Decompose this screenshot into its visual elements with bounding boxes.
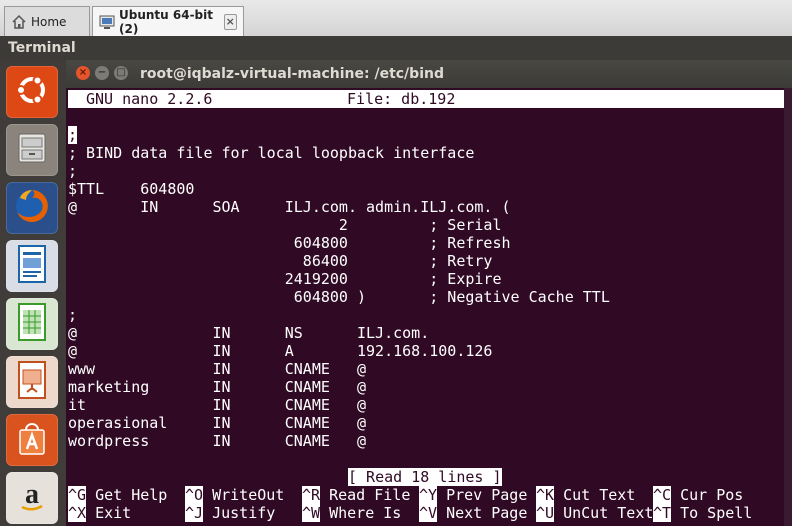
shortcut-label: Read File (329, 486, 411, 504)
editor-line: @ IN SOA ILJ.com. admin.ILJ.com. ( (68, 198, 511, 216)
shortcut-key: ^G (68, 486, 87, 504)
shortcut-where-is[interactable]: ^W Where Is (302, 504, 401, 522)
tab-ubuntu-vm[interactable]: Ubuntu 64-bit (2) × (92, 6, 244, 36)
nano-version: GNU nano 2.2.6 (86, 90, 213, 108)
shortcut-next-page[interactable]: ^V Next Page (419, 504, 527, 522)
amazon-icon: a (14, 476, 50, 520)
editor-line: marketing IN CNAME @ (68, 378, 367, 396)
shortcut-label: UnCut Text (563, 504, 654, 522)
nano-header: GNU nano 2.2.6 File: db.192 (68, 90, 792, 108)
shortcut-prev-page[interactable]: ^Y Prev Page (419, 486, 527, 504)
shortcut-key: ^O (185, 486, 204, 504)
editor-line: 2419200 ; Expire (68, 270, 502, 288)
launcher-files[interactable] (6, 124, 58, 176)
shortcut-label: Prev Page (446, 486, 528, 504)
editor-line: ; BIND data file for local loopback inte… (68, 144, 475, 162)
shortcut-cur-pos[interactable]: ^C Cur Pos (653, 486, 743, 504)
nano-filename: File: db.192 (347, 90, 456, 108)
launcher-firefox[interactable] (6, 182, 58, 234)
shortcut-key: ^Y (419, 486, 438, 504)
launcher-amazon[interactable]: a (6, 472, 58, 524)
launcher-software-center[interactable] (6, 414, 58, 466)
file-cabinet-icon (13, 129, 51, 171)
vm-icon (99, 14, 115, 30)
shortcut-label: Get Help (95, 486, 168, 504)
shortcut-key: ^C (653, 486, 672, 504)
shopping-bag-icon (14, 418, 50, 462)
editor-line: @ IN A 192.168.100.126 (68, 342, 493, 360)
shortcut-to-spell[interactable]: ^T To Spell (653, 504, 752, 522)
editor-line: wordpress IN CNAME @ (68, 432, 367, 450)
tab-bar: Home Ubuntu 64-bit (2) × (0, 0, 792, 37)
shortcut-label: Next Page (446, 504, 528, 522)
launcher-impress[interactable] (6, 356, 58, 408)
tab-label: Home (31, 14, 67, 29)
window-titlebar: × − □ root@iqbalz-virtual-machine: /etc/… (66, 60, 792, 88)
shortcut-key: ^K (536, 486, 555, 504)
tab-label: Ubuntu 64-bit (2) (119, 7, 213, 36)
ubuntu-logo-icon (13, 71, 51, 113)
editor-line: it IN CNAME @ (68, 396, 367, 414)
shortcut-label: Cur Pos (680, 486, 744, 504)
tab-home[interactable]: Home (4, 6, 90, 36)
shortcut-read-file[interactable]: ^R Read File (302, 486, 410, 504)
launcher-writer[interactable] (6, 240, 58, 292)
shortcut-writeout[interactable]: ^O WriteOut (185, 486, 284, 504)
editor-line: www IN CNAME @ (68, 360, 367, 378)
shortcut-get-help[interactable]: ^G Get Help (68, 486, 167, 504)
editor-line: ; (68, 126, 78, 144)
editor-line: $TTL 604800 (68, 180, 195, 198)
terminal-area[interactable]: GNU nano 2.2.6 File: db.192 ; ; BIND data… (66, 88, 792, 526)
home-icon (11, 14, 27, 30)
shortcut-label: Where Is (329, 504, 402, 522)
shortcut-label: WriteOut (212, 486, 285, 504)
editor-line: 2 ; Serial (68, 216, 502, 234)
terminal-scrollbar[interactable] (784, 88, 792, 526)
editor-line: 86400 ; Retry (68, 252, 493, 270)
shortcut-justify[interactable]: ^J Justify (185, 504, 275, 522)
shortcut-label: Justify (212, 504, 276, 522)
window-maximize-button[interactable]: □ (114, 66, 128, 80)
window-close-button[interactable]: × (76, 66, 90, 80)
shortcut-uncut-text[interactable]: ^U UnCut Text (536, 504, 653, 522)
editor-line: 604800 ) ; Negative Cache TTL (68, 288, 610, 306)
svg-text:a: a (25, 479, 39, 510)
app-name: Terminal (8, 40, 76, 56)
shortcut-key: ^V (419, 504, 438, 522)
document-icon (14, 244, 50, 288)
shortcut-key: ^U (536, 504, 555, 522)
shortcut-label: Cut Text (563, 486, 636, 504)
tab-close-icon[interactable]: × (223, 13, 237, 30)
launcher-ubuntu-dash[interactable] (6, 66, 58, 118)
editor-line: 604800 ; Refresh (68, 234, 511, 252)
shortcut-key: ^T (653, 504, 672, 522)
shortcut-key: ^J (185, 504, 204, 522)
nano-status-message: [ Read 18 lines ] (348, 468, 502, 486)
presentation-icon (14, 360, 50, 404)
launcher: a (0, 60, 67, 526)
window-title: root@iqbalz-virtual-machine: /etc/bind (140, 66, 444, 82)
launcher-calc[interactable] (6, 298, 58, 350)
shortcut-label: Exit (95, 504, 132, 522)
shortcut-label: To Spell (680, 504, 753, 522)
window-minimize-button[interactable]: − (95, 66, 109, 80)
shortcut-key: ^R (302, 486, 321, 504)
top-panel: Terminal (0, 36, 792, 60)
spreadsheet-icon (14, 302, 50, 346)
editor-line: ; (68, 306, 78, 324)
shortcut-key: ^X (68, 504, 87, 522)
firefox-icon (12, 186, 52, 230)
editor-line: ; (68, 162, 78, 180)
text-cursor: ; (68, 126, 78, 144)
shortcut-cut-text[interactable]: ^K Cut Text (536, 486, 635, 504)
editor-line: @ IN NS ILJ.com. (68, 324, 430, 342)
shortcut-exit[interactable]: ^X Exit (68, 504, 131, 522)
shortcut-key: ^W (302, 504, 321, 522)
editor-line: operasional IN CNAME @ (68, 414, 367, 432)
